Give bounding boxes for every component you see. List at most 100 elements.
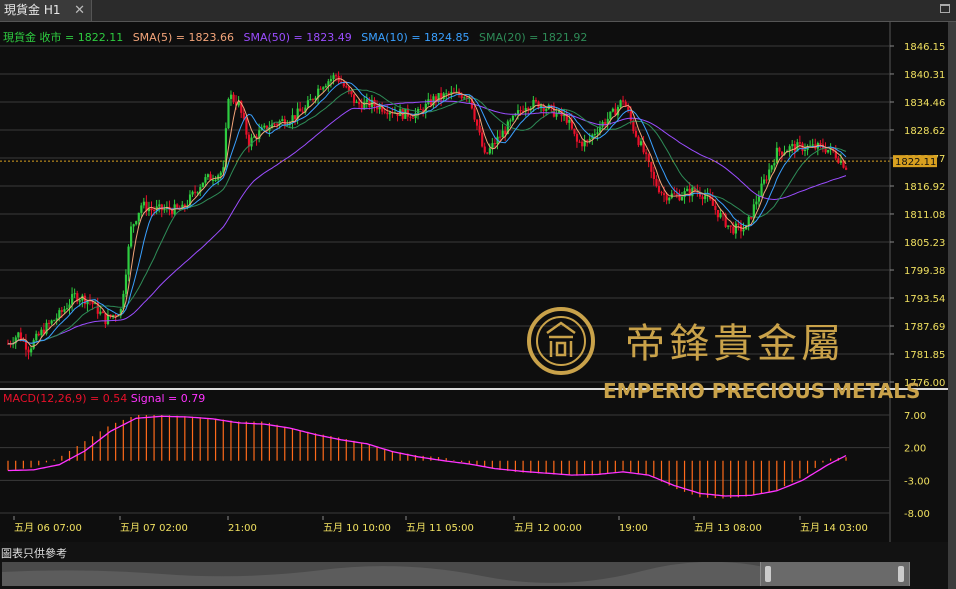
candle-body bbox=[140, 205, 143, 213]
candle-body bbox=[137, 212, 140, 222]
footer: 圖表只供參考 bbox=[0, 542, 948, 589]
price-chart[interactable]: 1846.151840.311834.461828.621822.771816.… bbox=[0, 22, 948, 542]
candle-body bbox=[50, 320, 53, 324]
candle-body bbox=[755, 201, 758, 205]
legend-sma10: SMA(10) = 1824.85 bbox=[361, 31, 470, 44]
candle-body bbox=[634, 130, 638, 137]
price-tick-label: 1811.08 bbox=[904, 210, 945, 221]
scroll-handle-left[interactable] bbox=[765, 566, 771, 582]
candle-body bbox=[350, 91, 353, 95]
time-tick-label: 五月 13 08:00 bbox=[694, 522, 762, 534]
disclaimer-text: 圖表只供參考 bbox=[1, 547, 67, 560]
candle-body bbox=[545, 108, 548, 112]
candle-body bbox=[827, 149, 830, 153]
macd-legend: MACD(12,26,9) = 0.54 Signal = 0.79 bbox=[3, 392, 205, 405]
candle-body bbox=[673, 193, 676, 195]
candle-body bbox=[719, 213, 722, 218]
candle-body bbox=[276, 123, 279, 125]
candle-body bbox=[714, 205, 717, 210]
candle-body bbox=[727, 225, 730, 227]
candle-body bbox=[780, 151, 784, 155]
candle-body bbox=[232, 94, 235, 102]
candle-body bbox=[650, 162, 653, 172]
candle-body bbox=[704, 195, 707, 200]
candle-body bbox=[176, 204, 179, 208]
candle-body bbox=[242, 112, 245, 119]
macd-tick-label: -3.00 bbox=[904, 476, 930, 487]
time-tick-label: 五月 07 02:00 bbox=[120, 522, 188, 534]
candle-body bbox=[153, 210, 156, 212]
candle-body bbox=[191, 191, 194, 195]
candle-body bbox=[245, 118, 248, 135]
tab-chart[interactable]: 現貨金 H1 ✕ bbox=[0, 0, 92, 21]
candle-body bbox=[619, 100, 622, 107]
macd-tick-label: -8.00 bbox=[904, 509, 930, 520]
price-tick-label: 1828.62 bbox=[904, 126, 945, 137]
macd-histogram bbox=[7, 415, 847, 499]
scroll-handle-right[interactable] bbox=[898, 566, 904, 582]
candle-body bbox=[483, 146, 486, 153]
price-tick-label: 1840.31 bbox=[904, 70, 945, 81]
candle-body bbox=[124, 274, 128, 294]
sma50-line bbox=[7, 100, 847, 345]
candle-body bbox=[760, 183, 763, 197]
candle-body bbox=[294, 115, 297, 119]
candle-body bbox=[655, 178, 658, 187]
chart-area[interactable]: 1846.151840.311834.461828.621822.771816.… bbox=[0, 22, 948, 542]
candle-body bbox=[71, 294, 74, 305]
candle-body bbox=[575, 133, 579, 142]
candle-body bbox=[499, 136, 502, 138]
window-edge bbox=[948, 22, 956, 589]
candle-body bbox=[680, 196, 684, 201]
candle-body bbox=[160, 204, 163, 211]
close-icon[interactable]: ✕ bbox=[74, 0, 85, 21]
time-tick-label: 五月 10 10:00 bbox=[323, 522, 391, 534]
candle-body bbox=[386, 112, 389, 115]
candle-body bbox=[811, 144, 814, 146]
candle-body bbox=[58, 310, 61, 319]
candle-body bbox=[660, 192, 663, 194]
candle-body bbox=[596, 132, 599, 134]
candle-body bbox=[645, 152, 648, 155]
candle-body bbox=[750, 216, 753, 219]
candle-body bbox=[322, 87, 325, 90]
legend-sma50: SMA(50) = 1823.49 bbox=[243, 31, 352, 44]
legend-macd: MACD(12,26,9) = 0.54 bbox=[3, 392, 128, 405]
candle-body bbox=[40, 329, 43, 336]
candle-body bbox=[622, 100, 625, 102]
candle-body bbox=[665, 195, 668, 201]
candle-body bbox=[493, 143, 497, 145]
legend-signal: Signal = 0.79 bbox=[130, 392, 206, 405]
candle-body bbox=[729, 225, 732, 227]
candle-body bbox=[509, 120, 512, 122]
price-tick-label: 1846.15 bbox=[904, 42, 945, 53]
candle-body bbox=[299, 108, 302, 112]
scrollbar-thumb[interactable] bbox=[760, 562, 910, 586]
legend-symbol: 現貨金 收市 = 1822.11 bbox=[3, 31, 124, 44]
candle-body bbox=[429, 99, 433, 106]
candle-body bbox=[250, 137, 253, 147]
candle-body bbox=[765, 179, 768, 181]
candle-body bbox=[475, 119, 479, 126]
candle-body bbox=[101, 311, 105, 314]
candle-body bbox=[652, 171, 655, 179]
restore-icon[interactable] bbox=[940, 4, 950, 13]
candle-body bbox=[516, 110, 520, 114]
candle-body bbox=[309, 99, 312, 101]
macd-tick-label: 7.00 bbox=[904, 411, 926, 422]
candle-body bbox=[803, 149, 807, 152]
candle-body bbox=[519, 110, 522, 112]
candle-body bbox=[127, 246, 130, 275]
legend-sma5: SMA(5) = 1823.66 bbox=[132, 31, 234, 44]
time-tick-label: 五月 11 05:00 bbox=[406, 522, 474, 534]
candle-body bbox=[324, 85, 327, 88]
candle-body bbox=[481, 132, 484, 147]
candle-body bbox=[132, 224, 135, 227]
candle-body bbox=[329, 79, 333, 82]
candle-body bbox=[757, 196, 761, 202]
candle-body bbox=[742, 229, 745, 232]
candle-body bbox=[845, 167, 848, 170]
candle-body bbox=[383, 111, 386, 113]
candle-body bbox=[352, 94, 356, 103]
candle-body bbox=[578, 141, 581, 143]
